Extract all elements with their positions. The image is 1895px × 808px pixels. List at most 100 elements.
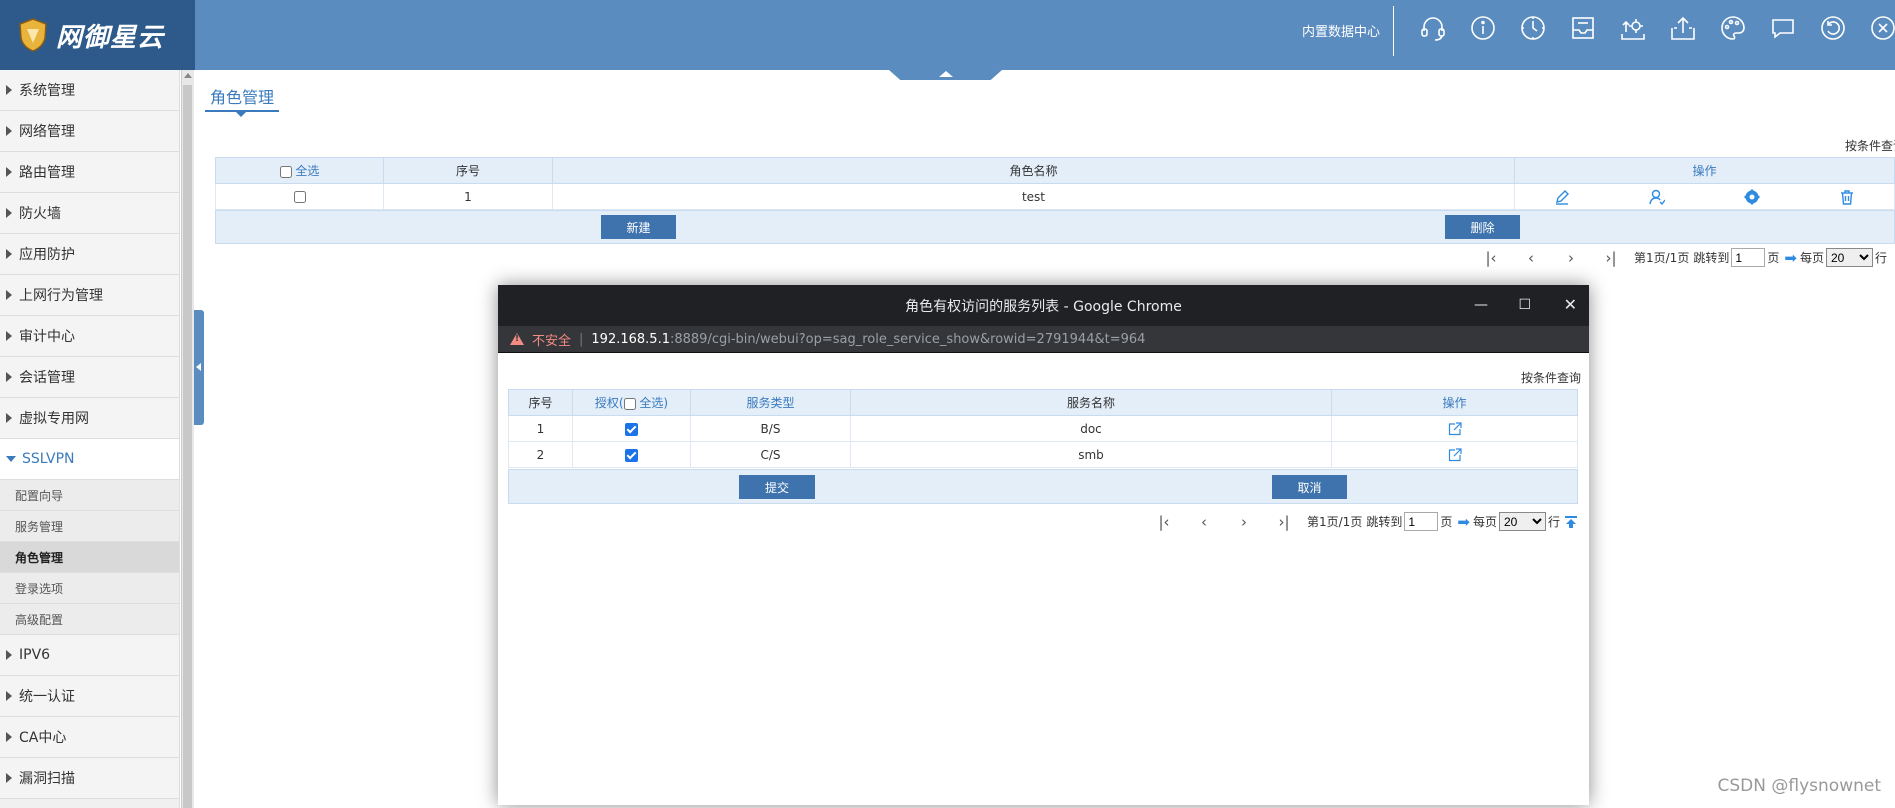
settings-upload-icon[interactable] [1608,12,1658,44]
sidebar-item-vuln-scan[interactable]: 漏洞扫描 [0,758,179,799]
sidebar-item-firewall[interactable]: 防火墙 [0,193,179,234]
sidebar-item-label: 上网行为管理 [19,288,103,304]
collapse-arrow-icon [6,456,16,462]
back-to-top-icon[interactable] [1564,515,1578,529]
first-page-icon[interactable]: |‹ [1144,513,1184,531]
palette-icon[interactable] [1708,12,1758,44]
cancel-button[interactable]: 取消 [1272,475,1347,499]
refresh-icon[interactable] [1808,12,1858,44]
external-link-icon[interactable] [1448,448,1462,462]
chat-icon[interactable] [1758,12,1808,44]
popup-query-link[interactable]: 按条件查询 [1521,369,1581,386]
jump-page-input[interactable] [1404,512,1439,531]
go-arrow-icon[interactable]: ➡ [1784,249,1797,267]
per-page-select[interactable]: 20 [1498,512,1546,531]
page-info: 第1页/1页 [1634,251,1690,265]
close-window-icon[interactable]: ✕ [1564,295,1577,314]
edit-icon[interactable] [1554,189,1570,205]
sidebar-item-ipv6[interactable]: IPV6 [0,635,179,676]
trash-icon[interactable] [1839,189,1855,205]
prev-page-icon[interactable]: ‹ [1184,513,1224,531]
row-index: 1 [508,415,573,442]
sidebar-item-ca[interactable]: CA中心 [0,717,179,758]
title-caret-icon [236,112,246,117]
first-page-icon[interactable]: |‹ [1471,249,1511,267]
jump-label: 跳转到 [1693,251,1730,265]
submit-button[interactable]: 提交 [739,475,815,499]
sidebar-item-routing[interactable]: 路由管理 [0,152,179,193]
sidebar-item-label: 应用防护 [19,247,75,263]
sidebar-item-label: 网络管理 [19,124,75,140]
external-link-icon[interactable] [1448,422,1462,436]
jump-label: 跳转到 [1366,515,1403,529]
sidebar-item-label: 漏洞扫描 [19,771,75,787]
sidebar-collapse-tab[interactable] [194,310,204,425]
expand-arrow-icon [6,691,12,701]
inbox-icon[interactable] [1558,12,1608,44]
delete-button[interactable]: 删除 [1445,215,1520,239]
col-index-header: 序号 [383,157,553,184]
minimize-icon[interactable]: — [1474,297,1488,313]
upload-icon[interactable] [1658,12,1708,44]
sidebar-subitem-advanced[interactable]: 高级配置 [0,604,179,635]
sidebar-item-network[interactable]: 网络管理 [0,111,179,152]
query-by-condition-link[interactable]: 按条件查询 [1845,137,1895,154]
sidebar-item-session[interactable]: 会话管理 [0,357,179,398]
table-row: 1 test [215,183,1895,210]
jump-page-input[interactable] [1731,248,1766,267]
expand-arrow-icon [6,208,12,218]
table-row: 2 C/S smb [508,441,1578,468]
col-actions-header: 操作 [1514,157,1895,184]
expand-arrow-icon [6,167,12,177]
go-arrow-icon[interactable]: ➡ [1457,513,1470,531]
popup-titlebar[interactable]: 角色有权访问的服务列表 - Google Chrome — ☐ ✕ [498,285,1589,326]
row-service-type: C/S [690,441,851,468]
datacenter-link[interactable]: 内置数据中心 [1302,21,1380,40]
sidebar-subitem-login-options[interactable]: 登录选项 [0,573,179,604]
col-index-header: 序号 [508,389,573,416]
maximize-icon[interactable]: ☐ [1518,297,1531,313]
sidebar-subitem-role-mgmt[interactable]: 角色管理 [0,542,179,573]
last-page-icon[interactable]: ›| [1264,513,1304,531]
scroll-up-arrow-icon[interactable] [184,73,192,78]
sidebar-scroll-thumb[interactable] [183,85,192,808]
watermark: CSDN @flysnownet [1717,776,1881,796]
col-service-name-header: 服务名称 [850,389,1332,416]
popup-button-bar: 提交 取消 [508,469,1578,504]
sidebar-item-audit[interactable]: 审计中心 [0,316,179,357]
sidebar-item-app-protection[interactable]: 应用防护 [0,234,179,275]
new-button[interactable]: 新建 [601,215,676,239]
top-header: 网御星云 内置数据中心 [0,0,1895,70]
last-page-icon[interactable]: ›| [1591,249,1631,267]
authorize-checkbox-checked[interactable] [625,422,638,436]
page-title: 角色管理 [210,88,275,107]
sidebar-subitem-wizard[interactable]: 配置向导 [0,480,179,511]
authorize-checkbox-checked[interactable] [625,448,638,462]
select-all-header: 全选 [215,157,384,184]
headset-icon[interactable] [1408,12,1458,44]
role-table: 全选 序号 角色名称 操作 1 test [215,157,1895,210]
sidebar-item-label: 虚拟专用网 [19,411,89,427]
settings-icon[interactable] [1744,189,1760,205]
info-icon[interactable] [1458,12,1508,44]
expand-arrow-icon [6,413,12,423]
sidebar-subitem-service-mgmt[interactable]: 服务管理 [0,511,179,542]
per-page-select[interactable]: 20 [1825,248,1873,267]
sidebar-item-unified-auth[interactable]: 统一认证 [0,676,179,717]
user-assign-icon[interactable] [1649,189,1666,205]
sidebar-item-web-behavior[interactable]: 上网行为管理 [0,275,179,316]
popup-address-bar[interactable]: 不安全 | 192.168.5.1:8889/cgi-bin/webui?op=… [498,326,1589,353]
prev-page-icon[interactable]: ‹ [1511,249,1551,267]
next-page-icon[interactable]: › [1224,513,1264,531]
sidebar-item-system[interactable]: 系统管理 [0,70,179,111]
next-page-icon[interactable]: › [1551,249,1591,267]
clock-icon[interactable] [1508,12,1558,44]
select-all-checkbox[interactable] [279,165,292,178]
row-checkbox[interactable] [293,191,306,203]
header-toolbar [1408,12,1895,44]
sidebar-item-vpn[interactable]: 虚拟专用网 [0,398,179,439]
sidebar-item-sslvpn[interactable]: SSLVPN [0,439,179,480]
select-all-checkbox[interactable] [623,397,636,410]
close-circle-icon[interactable] [1858,12,1895,44]
row-unit-label: 行 [1547,515,1560,529]
